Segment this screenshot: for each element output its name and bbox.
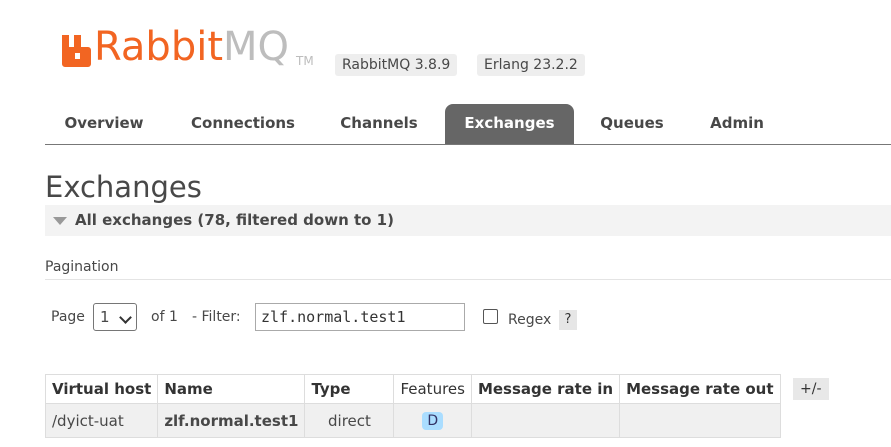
tab-channels[interactable]: Channels xyxy=(327,104,431,142)
tab-overview[interactable]: Overview xyxy=(51,104,157,142)
page-label: Page xyxy=(51,309,85,325)
section-label: All exchanges (78, filtered down to 1) xyxy=(75,211,394,229)
all-exchanges-section-toggle[interactable]: All exchanges (78, filtered down to 1) xyxy=(45,205,891,236)
cell-message-rate-out xyxy=(619,403,781,438)
logo-product-text: MQ xyxy=(223,24,290,70)
column-virtual-host[interactable]: Virtual host xyxy=(44,374,159,404)
tab-connections[interactable]: Connections xyxy=(179,104,307,142)
version-badge: RabbitMQ 3.8.9 xyxy=(335,54,458,76)
rabbitmq-logo-icon xyxy=(62,35,91,67)
filter-label: - Filter: xyxy=(192,309,241,325)
table-header-row: Virtual host Name Type Features Message … xyxy=(44,374,781,404)
durable-feature-badge: D xyxy=(422,412,444,430)
pagination-divider xyxy=(45,279,891,280)
pagination-label: Pagination xyxy=(45,259,119,275)
table-row[interactable]: /dyict-uat zlf.normal.test1 direct D xyxy=(44,403,781,438)
column-name[interactable]: Name xyxy=(157,374,306,404)
page-title: Exchanges xyxy=(45,170,202,204)
logo-wordmark: RabbitMQ xyxy=(94,24,289,70)
exchanges-table: Virtual host Name Type Features Message … xyxy=(44,374,781,438)
cell-virtual-host: /dyict-uat xyxy=(44,403,159,438)
page-select[interactable]: 1 xyxy=(93,303,137,331)
column-message-rate-in[interactable]: Message rate in xyxy=(470,374,621,404)
page-select-value: 1 xyxy=(100,308,110,326)
erlang-badge: Erlang 23.2.2 xyxy=(477,54,585,76)
regex-checkbox[interactable] xyxy=(483,309,498,324)
filter-input[interactable] xyxy=(255,303,465,331)
column-features: Features xyxy=(393,374,472,404)
regex-label: Regex xyxy=(508,312,552,328)
chevron-down-icon xyxy=(119,311,132,324)
tab-queues[interactable]: Queues xyxy=(588,104,676,142)
cell-features: D xyxy=(393,403,472,438)
tab-admin[interactable]: Admin xyxy=(698,104,776,142)
pagination-controls: Page 1 of 1 - Filter: Regex ? xyxy=(51,303,651,333)
column-type[interactable]: Type xyxy=(304,374,395,404)
regex-help-button[interactable]: ? xyxy=(559,310,577,330)
page-count-label: of 1 xyxy=(151,309,178,325)
column-message-rate-out[interactable]: Message rate out xyxy=(619,374,781,404)
trademark-mark: TM xyxy=(296,54,314,68)
tab-exchanges[interactable]: Exchanges xyxy=(445,104,574,144)
cell-message-rate-in xyxy=(470,403,621,438)
toggle-columns-button[interactable]: +/- xyxy=(793,378,829,400)
collapse-triangle-icon xyxy=(53,216,67,225)
cell-exchange-name-link[interactable]: zlf.normal.test1 xyxy=(157,403,306,438)
logo-brand-text: Rabbit xyxy=(94,24,224,70)
main-tabs: Overview Connections Channels Exchanges … xyxy=(45,104,891,145)
cell-type: direct xyxy=(304,403,395,438)
